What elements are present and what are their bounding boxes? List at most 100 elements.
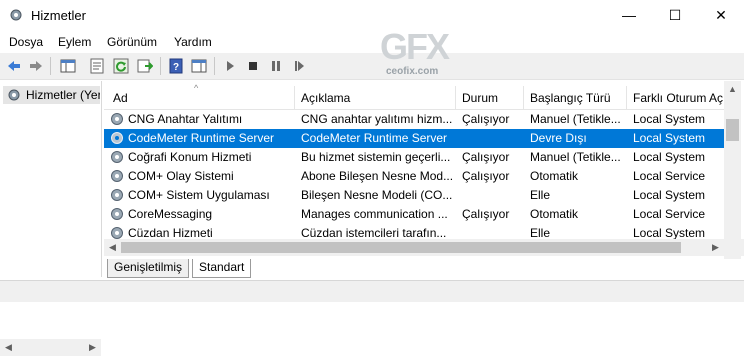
status-bar [0,280,744,302]
stop-icon[interactable] [243,56,263,76]
column-divider[interactable] [523,86,524,109]
cell-startup-type: Otomatik [530,207,579,221]
help-icon[interactable]: ? [166,56,186,76]
service-gear-icon [111,151,123,163]
list-header: ^ Ad Açıklama Durum Başlangıç Türü Farkl… [104,83,724,110]
service-gear-icon [111,132,123,144]
column-divider[interactable] [626,86,627,109]
scroll-left-arrow-icon[interactable]: ◀ [0,339,17,356]
cell-log-on-as: Local System [633,112,706,126]
tree-item-services-local[interactable]: Hizmetler (Yerel) [3,86,100,104]
pause-icon[interactable] [266,56,286,76]
properties-icon[interactable] [87,56,107,76]
cell-log-on-as: Local System [633,226,706,240]
play-icon[interactable] [220,56,240,76]
menu-dosya[interactable]: Dosya [9,35,43,49]
table-row[interactable]: CoreMessaging Manages communication ... … [104,205,724,224]
show-hide-action-pane-icon[interactable] [189,56,209,76]
console-tree-icon[interactable] [58,56,78,76]
vertical-scrollbar[interactable]: ▲ ▼ [724,81,741,259]
svg-text:?: ? [173,62,179,73]
cell-status: Çalışıyor [462,112,510,126]
table-row[interactable]: Coğrafi Konum Hizmeti Bu hizmet sistemin… [104,148,724,167]
view-tabs: Genişletilmiş Standart [104,259,744,279]
toolbar-separator [160,57,161,75]
cell-log-on-as: Local System [633,131,706,145]
window-title: Hizmetler [31,8,86,23]
column-header-startup-type[interactable]: Başlangıç Türü [530,91,611,105]
column-header-description[interactable]: Açıklama [301,91,350,105]
services-gear-icon [10,9,22,21]
maximize-button[interactable]: ☐ [652,0,698,30]
cell-description: CodeMeter Runtime Server [301,131,448,145]
cell-name: CNG Anahtar Yalıtımı [128,112,243,126]
scrollbar-corner [724,239,744,256]
cell-name: Cüzdan Hizmeti [128,226,213,240]
cell-status: Çalışıyor [462,150,510,164]
close-button[interactable]: ✕ [698,0,744,30]
menu-eylem[interactable]: Eylem [58,35,91,49]
column-divider[interactable] [455,86,456,109]
cell-startup-type: Otomatik [530,169,579,183]
scroll-up-arrow-icon[interactable]: ▲ [724,81,741,98]
toolbar: ? [0,53,744,80]
cell-description: Bu hizmet sistemin geçerli... [301,150,451,164]
column-header-log-on-as[interactable]: Farklı Oturum Aç [633,91,724,105]
column-header-name[interactable]: Ad [113,91,128,105]
logo-subtitle: ceofix.com [386,66,439,77]
cell-status: Çalışıyor [462,169,510,183]
cell-log-on-as: Local System [633,150,706,164]
cell-name: Coğrafi Konum Hizmeti [128,150,252,164]
services-gear-icon [8,89,20,101]
restart-icon[interactable] [289,56,309,76]
menu-bar: Dosya Eylem Görünüm Yardım [0,31,744,53]
title-bar: Hizmetler — ☐ ✕ [0,0,744,31]
scroll-right-arrow-icon[interactable]: ▶ [84,339,101,356]
table-row-selected[interactable]: CodeMeter Runtime Server CodeMeter Runti… [104,129,724,148]
service-gear-icon [111,170,123,182]
cell-description: CNG anahtar yalıtımı hizm... [301,112,453,126]
column-divider[interactable] [294,86,295,109]
horizontal-scrollbar[interactable]: ◀ ▶ [104,239,724,256]
cell-name: CodeMeter Runtime Server [128,131,275,145]
menu-gorunum[interactable]: Görünüm [107,35,157,49]
cell-log-on-as: Local System [633,188,706,202]
cell-name: CoreMessaging [128,207,213,221]
cell-description: Abone Bileşen Nesne Mod... [301,169,453,183]
cell-startup-type: Devre Dışı [530,131,587,145]
cell-description: Manages communication ... [301,207,448,221]
menu-yardim[interactable]: Yardım [174,35,212,49]
vertical-scroll-thumb[interactable] [726,119,739,141]
cell-name: COM+ Olay Sistemi [128,169,234,183]
gfx-logo: GFX [380,26,450,67]
cell-description: Bileşen Nesne Modeli (CO... [301,188,453,202]
horizontal-scroll-thumb[interactable] [121,242,681,253]
cell-startup-type: Manuel (Tetikle... [530,150,621,164]
cell-log-on-as: Local Service [633,169,706,183]
table-row[interactable]: COM+ Olay Sistemi Abone Bileşen Nesne Mo… [104,167,724,186]
service-gear-icon [111,189,123,201]
scroll-right-arrow-icon[interactable]: ▶ [707,239,724,256]
table-row[interactable]: COM+ Sistem Uygulaması Bileşen Nesne Mod… [104,186,724,205]
refresh-icon[interactable] [111,56,131,76]
export-list-icon[interactable] [135,56,155,76]
cell-log-on-as: Local Service [633,207,706,221]
forward-arrow-icon[interactable] [26,56,46,76]
cell-startup-type: Elle [530,226,551,240]
service-gear-icon [111,113,123,125]
toolbar-separator [214,57,215,75]
cell-startup-type: Manuel (Tetikle... [530,112,621,126]
tab-extended[interactable]: Genişletilmiş [107,259,190,278]
column-header-status[interactable]: Durum [462,91,498,105]
tab-standard[interactable]: Standart [192,259,252,278]
cell-name: COM+ Sistem Uygulaması [128,188,270,202]
tree-item-label: Hizmetler (Yerel) [26,88,100,102]
cell-description: Cüzdan istemcileri tarafın... [301,226,447,240]
console-tree-pane: Hizmetler (Yerel) ◀ ▶ [0,81,102,356]
back-arrow-icon[interactable] [4,56,24,76]
minimize-button[interactable]: — [606,0,652,30]
scroll-left-arrow-icon[interactable]: ◀ [104,239,121,256]
left-horizontal-scrollbar[interactable]: ◀ ▶ [0,339,101,356]
table-row[interactable]: CNG Anahtar Yalıtımı CNG anahtar yalıtım… [104,110,724,129]
cell-startup-type: Elle [530,188,551,202]
